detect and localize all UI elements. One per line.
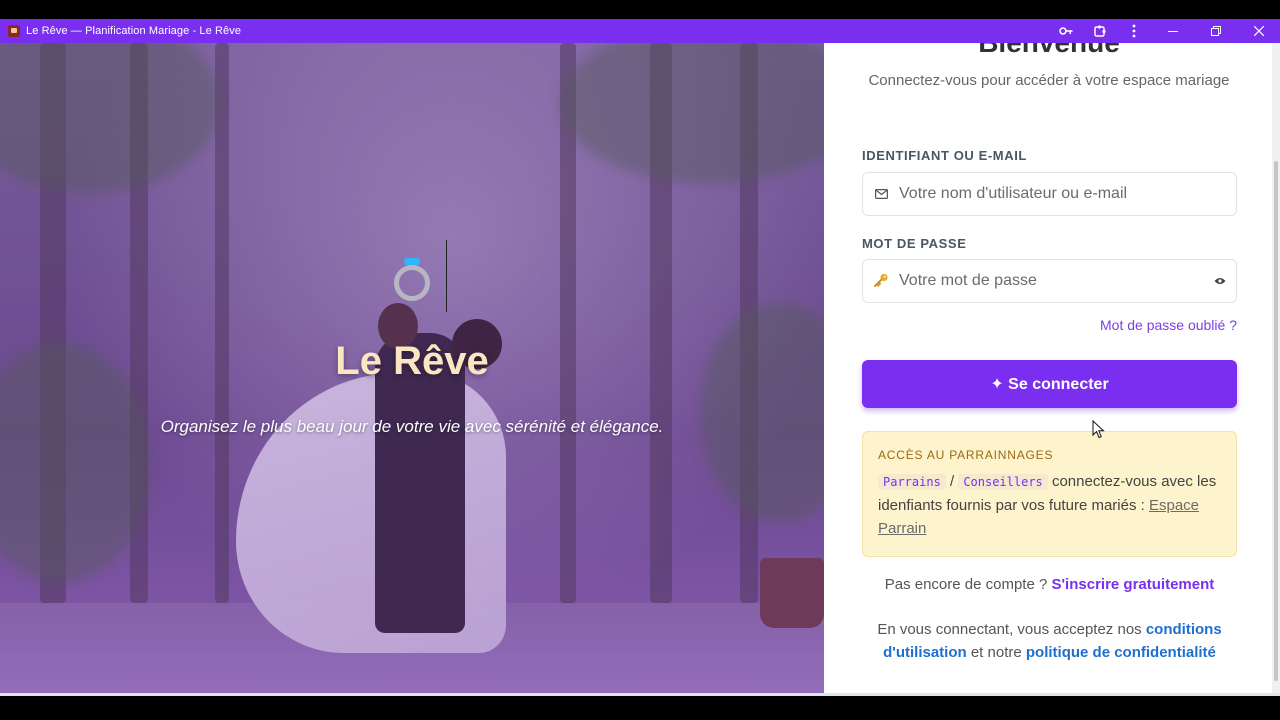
notice-body: Parrains / Conseillers connectez-vous av… [878,470,1221,540]
window-titlebar: Le Rêve — Planification Mariage - Le Rêv… [0,19,1280,43]
extensions-icon[interactable] [1083,19,1117,43]
login-heading: Bienvenue [862,43,1236,59]
username-label: IDENTIFIANT OU E-MAIL [862,148,1027,163]
key-icon [863,273,899,290]
code-parrains: Parrains [878,474,946,490]
close-button[interactable] [1237,19,1280,43]
titlebar-actions [1049,19,1280,43]
window-title: Le Rêve — Planification Mariage - Le Rêv… [26,25,242,37]
username-placeholder: Votre nom d'utilisateur ou e-mail [899,185,1128,202]
terms-prefix: En vous connectant, vous acceptez nos [877,621,1146,638]
ring-icon [392,258,432,302]
bottom-border [0,693,1280,696]
mouse-pointer-icon [1092,420,1105,439]
app-icon [8,25,20,37]
hero-title: Le Rêve [335,339,489,383]
scrollbar-thumb[interactable] [1274,161,1278,681]
bottom-edge [0,693,1280,720]
text-cursor-line [446,240,447,312]
app-window: Le Rêve — Planification Mariage - Le Rêv… [0,0,1280,720]
notice-title: ACCÈS AU PARRAINNAGES [878,448,1054,462]
sponsor-notice: ACCÈS AU PARRAINNAGES Parrains / Conseil… [862,431,1237,557]
minimize-button[interactable] [1151,19,1194,43]
hero-subtitle: Organisez le plus beau jour de votre vie… [160,417,664,436]
password-field[interactable]: Votre mot de passe [862,259,1237,303]
terms-privacy-link[interactable]: politique de confidentialité [1026,644,1216,661]
mail-icon [863,187,899,202]
notice-separator: / [949,473,955,490]
terms-text: En vous connectant, vous acceptez nos co… [862,618,1237,664]
hero-image-panel: Le Rêve Organisez le plus beau jour de v… [0,43,824,693]
panel-scrollbar[interactable] [1272,43,1280,693]
signup-text: Pas encore de compte ? [884,576,1052,593]
ring-band [394,265,430,301]
password-placeholder: Votre mot de passe [899,272,1037,289]
password-label: MOT DE PASSE [862,236,967,251]
key-icon[interactable] [1049,19,1083,43]
login-button[interactable]: ✦ Se connecter [862,360,1237,408]
eye-icon[interactable] [1214,274,1226,288]
more-menu-icon[interactable] [1117,19,1151,43]
username-field[interactable]: Votre nom d'utilisateur ou e-mail [862,172,1237,216]
login-panel: Bienvenue Connectez-vous pour accéder à … [824,43,1280,693]
signup-row: Pas encore de compte ? S'inscrire gratui… [862,576,1237,593]
login-subtitle: Connectez-vous pour accéder à votre espa… [868,72,1230,89]
top-black-strip [0,0,1280,19]
forgot-password-link[interactable]: Mot de passe oublié ? [1024,317,1237,333]
page-content: Le Rêve Organisez le plus beau jour de v… [0,43,1280,693]
code-conseillers: Conseillers [958,474,1048,490]
terms-middle: et notre [966,644,1026,661]
restore-button[interactable] [1194,19,1237,43]
signup-link[interactable]: S'inscrire gratuitement [1051,576,1214,593]
